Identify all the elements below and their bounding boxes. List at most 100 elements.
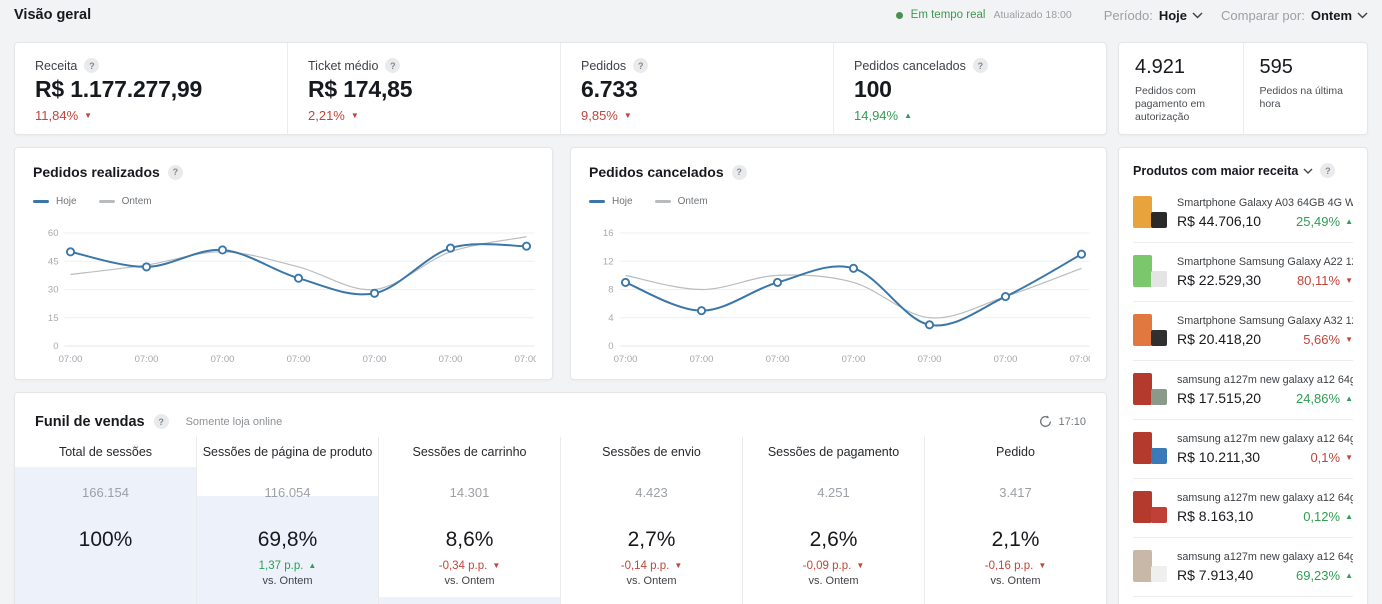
kpi-section: Receita ? R$ 1.177.277,99 11,84% ▼ — [15, 43, 288, 134]
svg-text:07:00: 07:00 — [211, 354, 235, 365]
refresh-button[interactable]: 17:10 — [1039, 415, 1086, 428]
svg-text:07:00: 07:00 — [994, 354, 1018, 365]
product-name: Smartphone Galaxy A03 64GB 4G Wi-… — [1177, 197, 1353, 209]
kpi-change-value: 11,84% — [35, 108, 78, 123]
top-products-title: Produtos com maior receita — [1133, 164, 1298, 178]
funnel-percent: 2,1% — [992, 528, 1040, 552]
svg-text:07:00: 07:00 — [1070, 354, 1090, 365]
product-change-value: 0,12% — [1303, 509, 1340, 524]
trend-arrow-icon: ▼ — [624, 112, 632, 120]
product-list: Smartphone Galaxy A03 64GB 4G Wi-… R$ 44… — [1133, 184, 1353, 604]
compare-select[interactable]: Ontem — [1311, 8, 1368, 23]
help-icon[interactable]: ? — [633, 58, 648, 73]
funnel-count: 4.423 — [635, 485, 668, 500]
secondary-kpi-section: 595 Pedidos na última hora — [1244, 43, 1368, 134]
product-change: 0,1% ▼ — [1310, 450, 1353, 465]
funnel-column: Pedido 3.417 2,1% -0,16 p.p. ▼ vs. Ontem — [925, 437, 1106, 604]
funnel-percent: 2,7% — [628, 528, 676, 552]
svg-text:12: 12 — [603, 256, 614, 267]
kpi-label: Ticket médio — [308, 59, 378, 73]
chart-title: Pedidos cancelados — [589, 164, 724, 180]
legend-label-yesterday: Ontem — [122, 196, 152, 207]
product-change: 0,12% ▲ — [1303, 509, 1353, 524]
realtime-label: Em tempo real — [911, 9, 986, 21]
funnel-change: -0,14 p.p. ▼ — [621, 559, 683, 573]
product-change: 24,86% ▲ — [1296, 391, 1353, 406]
funnel-fill-bar — [379, 597, 560, 604]
kpi-value: 6.733 — [581, 76, 813, 103]
funnel-stage-label: Sessões de página de produto — [203, 445, 373, 461]
kpi-section: Pedidos cancelados ? 100 14,94% ▲ — [834, 43, 1106, 134]
trend-arrow-icon: ▲ — [904, 112, 912, 120]
kpi-change-value: 2,21% — [308, 108, 345, 123]
svg-text:07:00: 07:00 — [918, 354, 942, 365]
trend-arrow-icon: ▼ — [674, 562, 682, 570]
product-revenue: R$ 17.515,20 — [1177, 390, 1261, 406]
funnel-count: 3.417 — [999, 485, 1032, 500]
kpi-value: R$ 174,85 — [308, 76, 540, 103]
funnel-change-value: -0,34 p.p. — [439, 560, 488, 572]
funnel-percent: 2,6% — [810, 528, 858, 552]
compare-label: Comparar por: — [1221, 8, 1305, 23]
funnel-change-value: -0,16 p.p. — [985, 560, 1034, 572]
svg-text:60: 60 — [48, 228, 59, 239]
line-chart: 01530456007:0007:0007:0007:0007:0007:000… — [33, 215, 536, 367]
top-bar: Visão geral Em tempo real Atualizado 18:… — [0, 0, 1382, 30]
product-revenue: R$ 10.211,30 — [1177, 449, 1260, 465]
kpi-value: R$ 1.177.277,99 — [35, 76, 267, 103]
legend-swatch-yesterday — [655, 200, 671, 203]
product-change-value: 80,11% — [1297, 273, 1340, 288]
svg-text:07:00: 07:00 — [135, 354, 159, 365]
dashboard-page: Visão geral Em tempo real Atualizado 18:… — [0, 0, 1382, 604]
product-list-item[interactable]: samsung a127m new galaxy a12 64gb… R$ 17… — [1133, 360, 1353, 419]
product-thumbnail-image — [1133, 373, 1167, 407]
trend-arrow-icon: ▼ — [492, 562, 500, 570]
help-icon[interactable]: ? — [84, 58, 99, 73]
last-updated-label: Atualizado 18:00 — [993, 9, 1071, 21]
product-change: 5,66% ▼ — [1303, 332, 1353, 347]
top-products-select[interactable]: Produtos com maior receita — [1133, 164, 1313, 178]
product-thumbnail-image — [1133, 314, 1167, 348]
period-value: Hoje — [1159, 8, 1187, 23]
kpi-value: 100 — [854, 76, 1086, 103]
help-icon[interactable]: ? — [168, 165, 183, 180]
product-list-item[interactable] — [1133, 596, 1353, 604]
help-icon[interactable]: ? — [973, 58, 988, 73]
help-icon[interactable]: ? — [1320, 163, 1335, 178]
help-icon[interactable]: ? — [732, 165, 747, 180]
funnel-change: -0,09 p.p. ▼ — [803, 559, 865, 573]
sales-funnel-card: Funil de vendas ? Somente loja online 17… — [14, 392, 1107, 604]
funnel-change: 1,37 p.p. ▲ — [259, 559, 317, 573]
compare-value: Ontem — [1311, 8, 1352, 23]
product-list-item[interactable]: Smartphone Samsung Galaxy A22 12… R$ 22.… — [1133, 242, 1353, 301]
funnel-percent: 69,8% — [258, 528, 318, 552]
help-icon[interactable]: ? — [154, 414, 169, 429]
chevron-down-icon — [1303, 168, 1313, 174]
help-icon[interactable]: ? — [385, 58, 400, 73]
kpi-value: 595 — [1260, 56, 1358, 79]
funnel-refresh-time: 17:10 — [1058, 416, 1086, 428]
funnel-stage-label: Total de sessões — [59, 445, 152, 461]
kpi-summary-card: Receita ? R$ 1.177.277,99 11,84% ▼ Ticke… — [14, 42, 1107, 135]
funnel-column: Sessões de envio 4.423 2,7% -0,14 p.p. ▼… — [561, 437, 743, 604]
period-select[interactable]: Hoje — [1159, 8, 1203, 23]
product-list-item[interactable]: Smartphone Samsung Galaxy A32 12… R$ 20.… — [1133, 301, 1353, 360]
svg-text:8: 8 — [608, 285, 613, 296]
kpi-section: Ticket médio ? R$ 174,85 2,21% ▼ — [288, 43, 561, 134]
kpi-change: 14,94% ▲ — [854, 108, 1086, 123]
funnel-change-value: -0,14 p.p. — [621, 560, 670, 572]
product-list-item[interactable]: samsung a127m new galaxy a12 64gb… R$ 8.… — [1133, 478, 1353, 537]
chevron-down-icon — [1357, 12, 1368, 19]
funnel-column: Sessões de carrinho 14.301 8,6% -0,34 p.… — [379, 437, 561, 604]
trend-arrow-icon: ▼ — [1345, 277, 1353, 285]
period-label: Período: — [1104, 8, 1153, 23]
kpi-label: Receita — [35, 59, 77, 73]
funnel-subtitle: Somente loja online — [186, 416, 283, 428]
product-change-value: 24,86% — [1296, 391, 1340, 406]
page-title: Visão geral — [14, 7, 91, 23]
funnel-stage-label: Sessões de carrinho — [413, 445, 527, 461]
funnel-percent: 8,6% — [446, 528, 494, 552]
product-list-item[interactable]: samsung a127m new galaxy a12 64gb… R$ 7.… — [1133, 537, 1353, 596]
product-list-item[interactable]: Smartphone Galaxy A03 64GB 4G Wi-… R$ 44… — [1133, 184, 1353, 242]
product-list-item[interactable]: samsung a127m new galaxy a12 64gb… R$ 10… — [1133, 419, 1353, 478]
